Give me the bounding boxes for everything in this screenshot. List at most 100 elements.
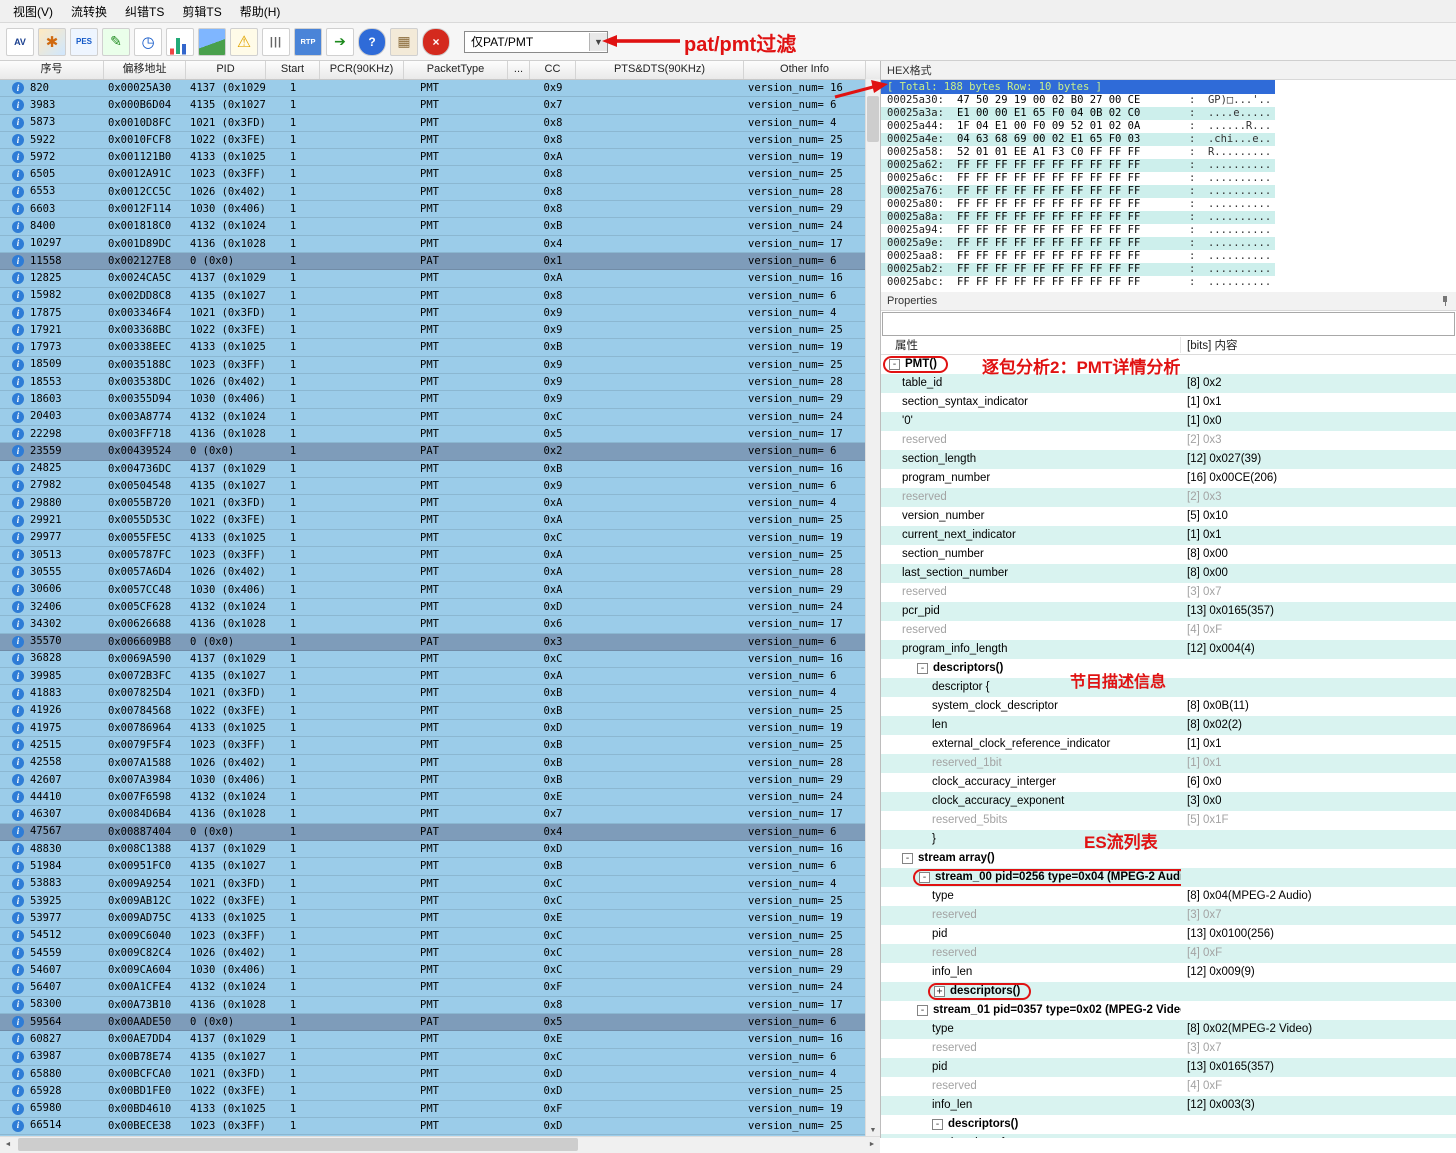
packet-row[interactable]: i 6603 0x0012F114 1030 (0x406) 1 PMT 0x8 versio… [0,201,866,219]
packet-row[interactable]: i 18509 0x0035188C 1023 (0x3FF) 1 PMT 0x9 versi… [0,356,866,375]
packet-row[interactable]: i 6553 0x0012CC5C 1026 (0x402) 1 PMT 0x8 versio… [0,183,866,202]
hex-line[interactable]: 00025a6c: FF FF FF FF FF FF FF FF FF FF: … [881,172,1275,185]
column-header[interactable]: 偏移地址 [104,61,186,79]
scrollbar-thumb[interactable] [867,96,879,142]
hex-line[interactable]: 00025a9e: FF FF FF FF FF FF FF FF FF FF: … [881,237,1275,250]
packet-row[interactable]: i 12825 0x0024CA5C 4137 (0x1029) 1 PMT 0xA vers… [0,270,866,288]
property-row[interactable]: section_number [8] 0x00 [881,545,1456,564]
property-row[interactable]: - descriptors() [881,659,1456,678]
packet-row[interactable]: i 58300 0x00A73B10 4136 (0x1028) 1 PMT 0x8 vers… [0,996,866,1015]
packet-row[interactable]: i 24825 0x004736DC 4137 (0x1029) 1 PMT 0xB vers… [0,460,866,478]
packet-row[interactable]: i 60827 0x00AE7DD4 4137 (0x1029) 1 PMT 0xE vers… [0,1031,866,1049]
properties-filter-input[interactable] [882,312,1455,336]
column-header[interactable]: PID [186,61,266,79]
property-row[interactable]: pcr_pid [13] 0x0165(357) [881,602,1456,621]
column-header[interactable]: PCR(90KHz) [320,61,404,79]
packet-row[interactable]: i 63987 0x00B78E74 4135 (0x1027) 1 PMT 0xC vers… [0,1048,866,1066]
packet-row[interactable]: i 42558 0x007A1588 1026 (0x402) 1 PMT 0xB versi… [0,754,866,772]
hex-line[interactable]: 00025ab2: FF FF FF FF FF FF FF FF FF FF: … [881,263,1275,276]
pin-icon[interactable] [1440,296,1450,306]
packet-row[interactable]: i 17875 0x003346F4 1021 (0x3FD) 1 PMT 0x9 versi… [0,304,866,323]
property-row[interactable]: '0' [1] 0x0 [881,412,1456,431]
packet-row[interactable]: i 46307 0x0084D6B4 4136 (0x1028) 1 PMT 0x7 vers… [0,806,866,824]
packet-row[interactable]: i 42607 0x007A3984 1030 (0x406) 1 PMT 0xB versi… [0,771,866,790]
property-row[interactable]: clock_accuracy_exponent [3] 0x0 [881,792,1456,811]
property-row[interactable]: section_length [12] 0x027(39) [881,450,1456,469]
packet-row[interactable]: i 29880 0x0055B720 1021 (0x3FD) 1 PMT 0xA versi… [0,495,866,513]
packet-row[interactable]: i 20403 0x003A8774 4132 (0x1024) 1 PMT 0xC vers… [0,408,866,426]
packet-row[interactable]: i 35570 0x006609B8 0 (0x0) 1 PAT 0x3 version_nu… [0,633,866,651]
property-row[interactable]: pid [13] 0x0100(256) [881,925,1456,944]
menu-item[interactable]: 帮助(H) [231,0,290,23]
video-preview-icon[interactable] [198,27,226,56]
packet-row[interactable]: i 65928 0x00BD1FE0 1022 (0x3FE) 1 PMT 0xD versi… [0,1083,866,1101]
property-row[interactable]: pid [13] 0x0165(357) [881,1058,1456,1077]
property-row[interactable]: reserved [3] 0x7 [881,583,1456,602]
packet-row[interactable]: i 6505 0x0012A91C 1023 (0x3FF) 1 PMT 0x8 versio… [0,166,866,184]
property-row[interactable]: section_syntax_indicator [1] 0x1 [881,393,1456,412]
bitrate-chart-icon[interactable] [166,27,194,56]
warning-icon[interactable]: ⚠ [230,27,258,56]
packet-row[interactable]: i 3983 0x000B6D04 4135 (0x1027) 1 PMT 0x7 versi… [0,97,866,115]
hex-line[interactable]: 00025a30: 47 50 29 19 00 02 B0 27 00 CE: … [881,94,1275,107]
property-row[interactable]: reserved [3] 0x7 [881,1039,1456,1058]
hex-line[interactable]: 00025a80: FF FF FF FF FF FF FF FF FF FF: … [881,198,1275,211]
packet-row[interactable]: i 15982 0x002DD8C8 4135 (0x1027) 1 PMT 0x8 vers… [0,287,866,305]
packet-row[interactable]: i 65880 0x00BCFCA0 1021 (0x3FD) 1 PMT 0xD versi… [0,1065,866,1084]
timing-clock-icon[interactable]: ◷ [134,27,162,56]
packet-row[interactable]: i 29921 0x0055D53C 1022 (0x3FE) 1 PMT 0xA versi… [0,512,866,530]
property-row[interactable]: reserved [2] 0x3 [881,488,1456,507]
package-icon[interactable]: ▦ [390,27,418,56]
property-row[interactable]: current_next_indicator [1] 0x1 [881,526,1456,545]
property-row[interactable]: program_number [16] 0x00CE(206) [881,469,1456,488]
packet-row[interactable]: i 66514 0x00BECE38 1023 (0x3FF) 1 PMT 0xD versi… [0,1117,866,1136]
packet-row[interactable]: i 59564 0x00AADE50 0 (0x0) 1 PAT 0x5 version_nu… [0,1014,866,1032]
packet-row[interactable]: i 30606 0x0057CC48 1030 (0x406) 1 PMT 0xA versi… [0,581,866,599]
menu-item[interactable]: 视图(V) [4,0,62,23]
hex-line[interactable]: 00025a8a: FF FF FF FF FF FF FF FF FF FF: … [881,211,1275,224]
packet-row[interactable]: i 11558 0x002127E8 0 (0x0) 1 PAT 0x1 version_nu… [0,252,866,271]
packet-row[interactable]: i 18553 0x003538DC 1026 (0x402) 1 PMT 0x9 versi… [0,374,866,392]
hex-line[interactable]: 00025a58: 52 01 01 EE A1 F3 C0 FF FF FF: … [881,146,1275,159]
packet-row[interactable]: i 51984 0x00951FC0 4135 (0x1027) 1 PMT 0xB vers… [0,858,866,876]
collapse-icon[interactable]: - [902,853,913,864]
collapse-icon[interactable]: - [917,663,928,674]
property-row[interactable]: reserved [3] 0x7 [881,906,1456,925]
collapse-icon[interactable]: - [919,871,930,883]
property-row[interactable]: clock_accuracy_interger [6] 0x0 [881,773,1456,792]
hex-line[interactable]: 00025a3a: E1 00 00 E1 65 F0 04 0B 02 C0: … [881,107,1275,120]
property-row[interactable]: reserved [4] 0xF [881,944,1456,963]
packet-row[interactable]: i 47567 0x00887404 0 (0x0) 1 PAT 0x4 version_nu… [0,823,866,842]
packet-row[interactable]: i 5873 0x0010D8FC 1021 (0x3FD) 1 PMT 0x8 versio… [0,114,866,132]
collapse-icon[interactable]: - [889,358,900,370]
scroll-left-icon[interactable]: ◄ [0,1137,16,1152]
hex-line[interactable]: 00025a62: FF FF FF FF FF FF FF FF FF FF: … [881,159,1275,172]
property-row[interactable]: info_len [12] 0x009(9) [881,963,1456,982]
packet-row[interactable]: i 30513 0x005787FC 1023 (0x3FF) 1 PMT 0xA versi… [0,547,866,565]
column-header[interactable]: PacketType [404,61,508,79]
property-row[interactable]: reserved [4] 0xF [881,1077,1456,1096]
packet-row[interactable]: i 48830 0x008C1388 4137 (0x1029) 1 PMT 0xD vers… [0,841,866,859]
hex-line[interactable]: 00025aa8: FF FF FF FF FF FF FF FF FF FF: … [881,250,1275,263]
packet-row[interactable]: i 32406 0x005CF628 4132 (0x1024) 1 PMT 0xD vers… [0,598,866,617]
packet-row[interactable]: i 820 0x00025A30 4137 (0x1029) 1 PMT 0x9 versio… [0,80,866,98]
property-row[interactable]: len [8] 0x02(2) [881,716,1456,735]
property-row[interactable]: external_clock_reference_indicator [1] 0x… [881,735,1456,754]
packet-row[interactable]: i 56407 0x00A1CFE4 4132 (0x1024) 1 PMT 0xF vers… [0,979,866,997]
property-row[interactable]: system_clock_descriptor [8] 0x0B(11) [881,697,1456,716]
table-horizontal-scrollbar[interactable]: ◄ ► [0,1136,880,1153]
scrollbar-thumb[interactable] [18,1138,578,1151]
hex-line[interactable]: 00025a94: FF FF FF FF FF FF FF FF FF FF: … [881,224,1275,237]
menu-item[interactable]: 流转换 [62,0,116,23]
property-row[interactable]: reserved [4] 0xF [881,621,1456,640]
hex-line[interactable]: 00025a76: FF FF FF FF FF FF FF FF FF FF: … [881,185,1275,198]
packet-row[interactable]: i 17973 0x00338EEC 4133 (0x1025) 1 PMT 0xB vers… [0,339,866,357]
packet-row[interactable]: i 54512 0x009C6040 1023 (0x3FF) 1 PMT 0xC versi… [0,927,866,945]
rtp-icon[interactable]: RTP [294,27,322,56]
property-row[interactable]: program_info_length [12] 0x004(4) [881,640,1456,659]
filter-combo-value[interactable]: 仅PAT/PMT [465,33,589,50]
packet-row[interactable]: i 22298 0x003FF718 4136 (0x1028) 1 PMT 0x5 vers… [0,425,866,444]
property-row[interactable]: - stream_01 pid=0357 type=0x02 (MPEG-2 Vi… [881,1001,1456,1020]
packet-row[interactable]: i 53925 0x009AB12C 1022 (0x3FE) 1 PMT 0xC versi… [0,892,866,911]
av-settings-icon[interactable]: AV [6,27,34,56]
